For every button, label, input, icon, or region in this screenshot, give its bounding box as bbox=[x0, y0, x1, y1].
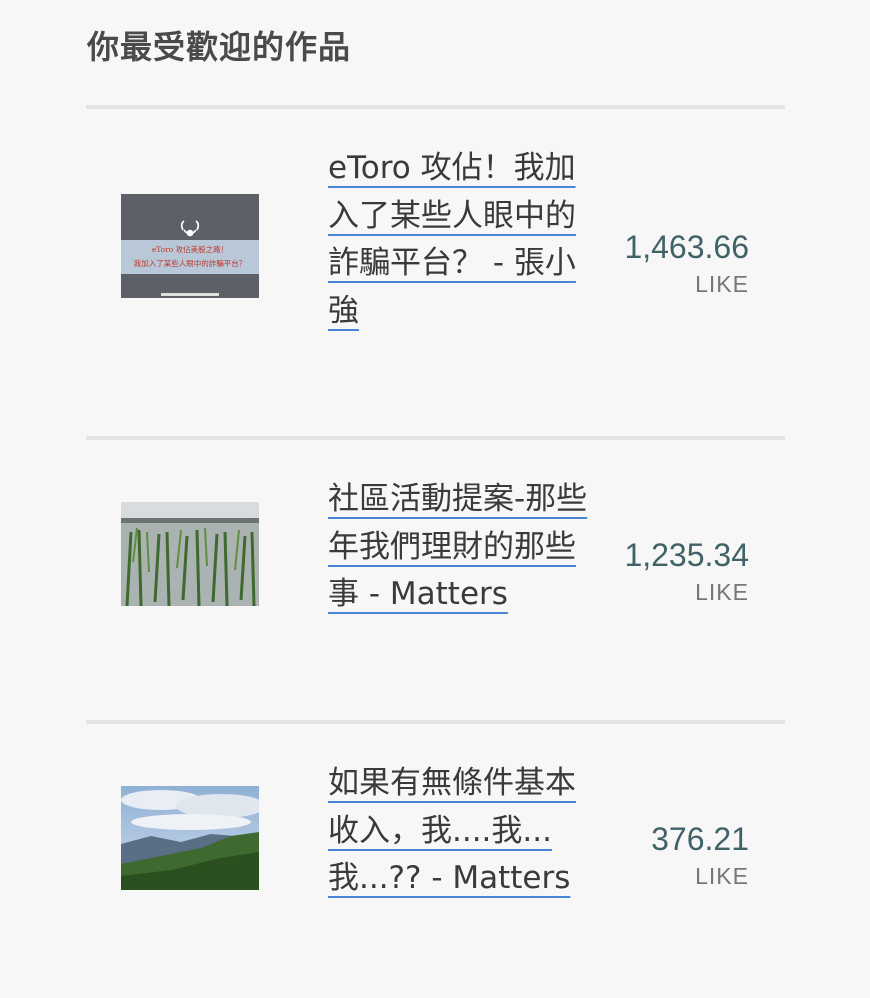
work-title-link[interactable]: 如果有無條件基本收入，我....我...我...?? - Matters bbox=[328, 760, 588, 903]
work-title-link[interactable]: 社區活動提案-那些年我們理財的那些事 - Matters bbox=[328, 476, 588, 619]
work-thumbnail[interactable] bbox=[121, 502, 259, 606]
work-thumbnail[interactable] bbox=[121, 786, 259, 890]
mountain-landscape-image bbox=[121, 786, 259, 890]
like-count: 1,235.34 LIKE bbox=[624, 536, 749, 606]
work-item: eToro 攻佔美股之路！ 我加入了某些人眼中的詐騙平台？ eToro 攻佔！我… bbox=[86, 109, 785, 436]
etoro-cover-image: eToro 攻佔美股之路！ 我加入了某些人眼中的詐騙平台？ bbox=[121, 194, 259, 298]
thumbnail-caption-1: eToro 攻佔美股之路！ bbox=[152, 244, 228, 254]
work-item: 如果有無條件基本收入，我....我...我...?? - Matters 376… bbox=[86, 724, 785, 998]
like-count: 1,463.66 LIKE bbox=[624, 228, 749, 298]
work-thumbnail[interactable]: eToro 攻佔美股之路！ 我加入了某些人眼中的詐騙平台？ bbox=[121, 194, 259, 298]
like-count: 376.21 LIKE bbox=[651, 820, 749, 890]
work-title-link[interactable]: eToro 攻佔！我加入了某些人眼中的詐騙平台？ - 張小強 bbox=[328, 145, 588, 335]
like-unit: LIKE bbox=[695, 271, 749, 297]
rice-paddy-image bbox=[121, 502, 259, 606]
like-unit: LIKE bbox=[695, 863, 749, 889]
like-amount: 1,463.66 bbox=[624, 229, 749, 265]
like-amount: 1,235.34 bbox=[624, 537, 749, 573]
like-amount: 376.21 bbox=[651, 821, 749, 857]
like-unit: LIKE bbox=[695, 579, 749, 605]
work-item: 社區活動提案-那些年我們理財的那些事 - Matters 1,235.34 LI… bbox=[86, 440, 785, 720]
thumbnail-caption-2: 我加入了某些人眼中的詐騙平台？ bbox=[134, 258, 247, 268]
section-title: 你最受歡迎的作品 bbox=[87, 28, 352, 66]
